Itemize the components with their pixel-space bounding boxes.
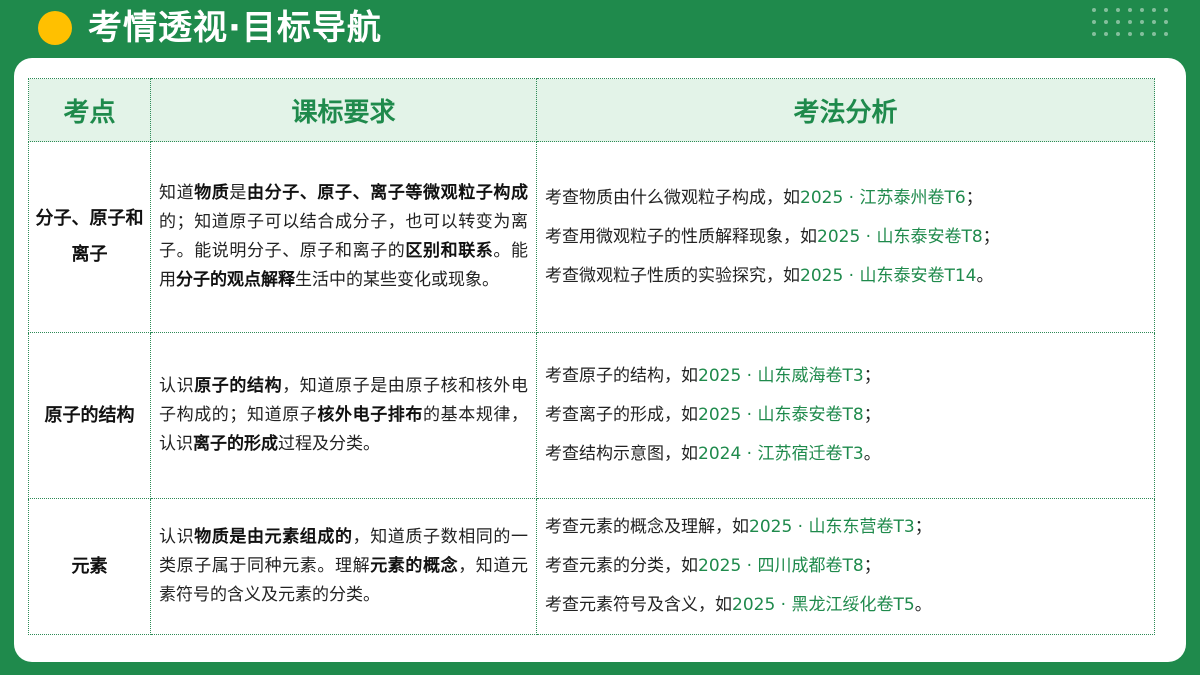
column-header-analysis: 考法分析 [536, 78, 1155, 142]
exam-point: 分子、原子和离子 [28, 141, 151, 333]
slide-header: 考情透视·目标导航 [0, 0, 1200, 60]
punctuation: ； [914, 517, 932, 537]
emphasis-text: 物质 [194, 183, 230, 203]
analysis-line: 考查元素的概念及理解，如2025 · 山东东营卷T3； [545, 508, 1146, 547]
curriculum-requirement: 知道物质是由分子、原子、离子等微观粒子构成的；知道原子可以结合成分子，也可以转变… [150, 141, 537, 333]
exam-source-reference: 2025 · 山东泰安卷T8 [698, 405, 864, 425]
exam-analysis-table: 考点 课标要求 考法分析 分子、原子和离子 知道物质是由分子、原子、离子等微观粒… [28, 78, 1155, 635]
analysis-text: 考查元素符号及含义，如 [545, 595, 732, 615]
emphasis-text: 分子的观点解释 [176, 270, 295, 290]
punctuation: ； [863, 405, 881, 425]
exam-point: 原子的结构 [28, 332, 151, 499]
table-row: 分子、原子和离子 知道物质是由分子、原子、离子等微观粒子构成的；知道原子可以结合… [28, 141, 1155, 333]
analysis-line: 考查离子的形成，如2025 · 山东泰安卷T8； [545, 396, 1146, 435]
punctuation: 。 [863, 444, 881, 464]
requirement-text: 认识 [159, 527, 195, 547]
analysis-text: 考查结构示意图，如 [545, 444, 698, 464]
table-row: 元素 认识物质是由元素组成的，知道质子数相同的一类原子属于同种元素。理解元素的概… [28, 498, 1155, 635]
analysis-line: 考查物质由什么微观粒子构成，如2025 · 江苏泰州卷T6； [545, 179, 1146, 218]
exam-point: 元素 [28, 498, 151, 635]
curriculum-requirement: 认识物质是由元素组成的，知道质子数相同的一类原子属于同种元素。理解元素的概念，知… [150, 498, 537, 635]
requirement-text: 是 [229, 183, 248, 203]
punctuation: ； [863, 366, 881, 386]
emphasis-text: 原子的结构 [194, 376, 283, 396]
exam-source-reference: 2025 · 黑龙江绥化卷T5 [732, 595, 915, 615]
analysis-line: 考查元素的分类，如2025 · 四川成都卷T8； [545, 547, 1146, 586]
exam-source-reference: 2025 · 四川成都卷T8 [698, 556, 864, 576]
analysis-line: 考查用微观粒子的性质解释现象，如2025 · 山东泰安卷T8； [545, 218, 1146, 257]
analysis-line: 考查原子的结构，如2025 · 山东威海卷T3； [545, 357, 1146, 396]
analysis-text: 考查用微观粒子的性质解释现象，如 [545, 226, 817, 247]
exam-source-reference: 2025 · 山东东营卷T3 [749, 517, 915, 537]
emphasis-text: 由分子、原子、离子等微观粒子构成 [247, 183, 529, 203]
bullet-circle-icon [38, 11, 72, 45]
exam-source-reference: 2025 · 江苏泰州卷T6 [800, 187, 966, 208]
analysis-text: 考查元素的分类，如 [545, 556, 698, 576]
analysis-text: 考查物质由什么微观粒子构成，如 [545, 187, 800, 208]
exam-analysis: 考查物质由什么微观粒子构成，如2025 · 江苏泰州卷T6； 考查用微观粒子的性质… [536, 141, 1155, 333]
dot-grid-decoration [1092, 8, 1182, 52]
analysis-line: 考查元素符号及含义，如2025 · 黑龙江绥化卷T5。 [545, 586, 1146, 625]
exam-source-reference: 2025 · 山东泰安卷T8 [817, 226, 983, 247]
requirement-text: 过程及分类。 [278, 434, 380, 454]
emphasis-text: 物质是由元素组成的 [194, 527, 353, 547]
exam-source-reference: 2025 · 山东威海卷T3 [698, 366, 864, 386]
analysis-text: 考查微观粒子性质的实验探究，如 [545, 265, 800, 286]
analysis-text: 考查元素的概念及理解，如 [545, 517, 749, 537]
table-header-row: 考点 课标要求 考法分析 [28, 78, 1155, 142]
requirement-text: 生活中的某些变化或现象。 [295, 270, 499, 290]
emphasis-text: 离子的形成 [193, 434, 278, 454]
column-header-requirement: 课标要求 [150, 78, 537, 142]
emphasis-text: 核外电子排布 [317, 405, 424, 425]
table-row: 原子的结构 认识原子的结构，知道原子是由原子核和核外电子构成的；知道原子核外电子… [28, 332, 1155, 499]
exam-analysis: 考查元素的概念及理解，如2025 · 山东东营卷T3； 考查元素的分类，如2025… [536, 498, 1155, 635]
punctuation: 。 [914, 595, 932, 615]
exam-analysis: 考查原子的结构，如2025 · 山东威海卷T3； 考查离子的形成，如2025 · … [536, 332, 1155, 499]
analysis-line: 考查微观粒子性质的实验探究，如2025 · 山东泰安卷T14。 [545, 257, 1146, 296]
punctuation: ； [863, 556, 881, 576]
punctuation: ； [982, 226, 1000, 247]
requirement-text: 认识 [159, 376, 195, 396]
punctuation: ； [965, 187, 983, 208]
emphasis-text: 区别和联系 [405, 241, 494, 261]
analysis-line: 考查结构示意图，如2024 · 江苏宿迁卷T3。 [545, 435, 1146, 474]
slide-title: 考情透视·目标导航 [88, 8, 382, 48]
exam-source-reference: 2024 · 江苏宿迁卷T3 [698, 444, 864, 464]
exam-source-reference: 2025 · 山东泰安卷T14 [800, 265, 977, 286]
analysis-text: 考查原子的结构，如 [545, 366, 698, 386]
curriculum-requirement: 认识原子的结构，知道原子是由原子核和核外电子构成的；知道原子核外电子排布的基本规… [150, 332, 537, 499]
column-header-point: 考点 [28, 78, 151, 142]
punctuation: 。 [976, 265, 994, 286]
analysis-text: 考查离子的形成，如 [545, 405, 698, 425]
requirement-text: 知道 [159, 183, 195, 203]
emphasis-text: 元素的概念 [370, 556, 459, 576]
